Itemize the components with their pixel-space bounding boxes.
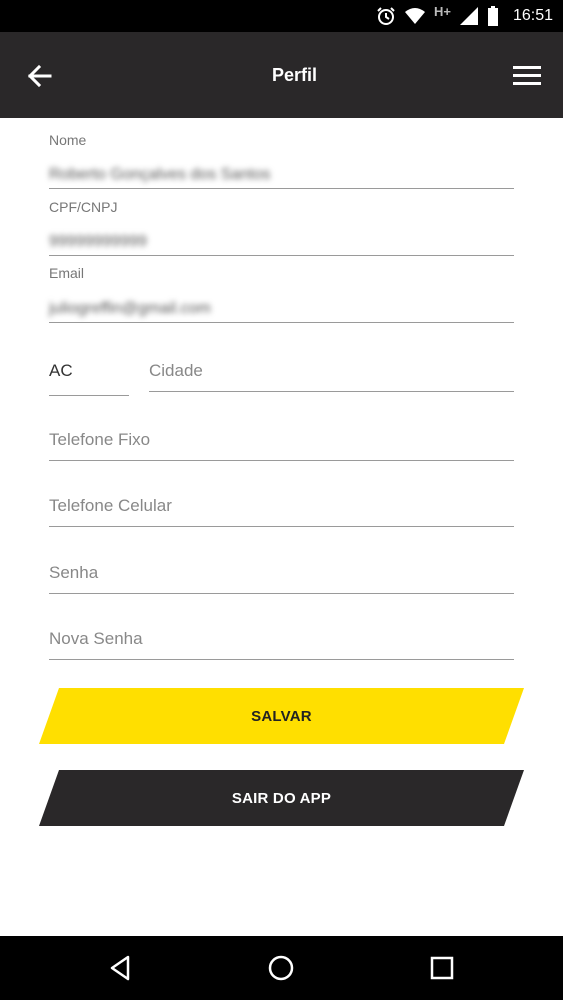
wifi-icon <box>404 8 425 24</box>
password-input[interactable]: Senha <box>49 563 98 583</box>
name-underline <box>49 188 514 189</box>
name-field[interactable]: Nome Roberto Gonçalves dos Santos <box>49 130 514 192</box>
name-value: Roberto Gonçalves dos Santos <box>49 166 271 183</box>
nav-back-icon[interactable] <box>102 950 138 986</box>
cpf-label: CPF/CNPJ <box>49 199 118 215</box>
password-underline <box>49 593 514 594</box>
system-nav-bar <box>0 936 563 1000</box>
save-button[interactable]: SALVAR <box>39 688 524 744</box>
email-label: Email <box>49 265 85 281</box>
hamburger-menu-icon[interactable] <box>511 62 543 90</box>
cpf-value: 99999999999 <box>49 233 147 250</box>
alarm-icon <box>377 7 395 25</box>
exit-app-button[interactable]: SAIR DO APP <box>39 770 524 826</box>
phone-underline <box>49 460 514 461</box>
state-select[interactable]: AC <box>49 361 73 381</box>
city-underline <box>149 391 514 392</box>
status-icons: H+ 16:51 <box>376 0 553 32</box>
email-value: juliogreffin@gmail.com <box>49 300 211 317</box>
email-underline <box>49 322 514 323</box>
state-underline <box>49 395 129 396</box>
network-type-label: H+ <box>433 3 451 19</box>
city-input[interactable]: Cidade <box>149 361 203 381</box>
page-title: Perfil <box>271 65 318 85</box>
cpf-underline <box>49 255 514 256</box>
new-password-input[interactable]: Nova Senha <box>49 629 143 649</box>
new-password-underline <box>49 659 514 660</box>
mobile-underline <box>49 526 514 527</box>
nav-home-icon[interactable] <box>263 950 299 986</box>
name-label: Nome <box>49 132 87 148</box>
email-field[interactable]: Email juliogreffin@gmail.com <box>49 263 514 325</box>
status-bar: H+ 16:51 <box>0 0 563 32</box>
status-time: 16:51 <box>512 7 553 24</box>
cpf-field[interactable]: CPF/CNPJ 99999999999 <box>49 197 514 259</box>
nav-recents-icon[interactable] <box>424 950 460 986</box>
battery-icon <box>487 6 498 26</box>
mobile-input[interactable]: Telefone Celular <box>49 496 172 516</box>
app-bar: Perfil <box>0 32 563 118</box>
signal-icon <box>459 7 478 25</box>
phone-input[interactable]: Telefone Fixo <box>49 430 150 450</box>
